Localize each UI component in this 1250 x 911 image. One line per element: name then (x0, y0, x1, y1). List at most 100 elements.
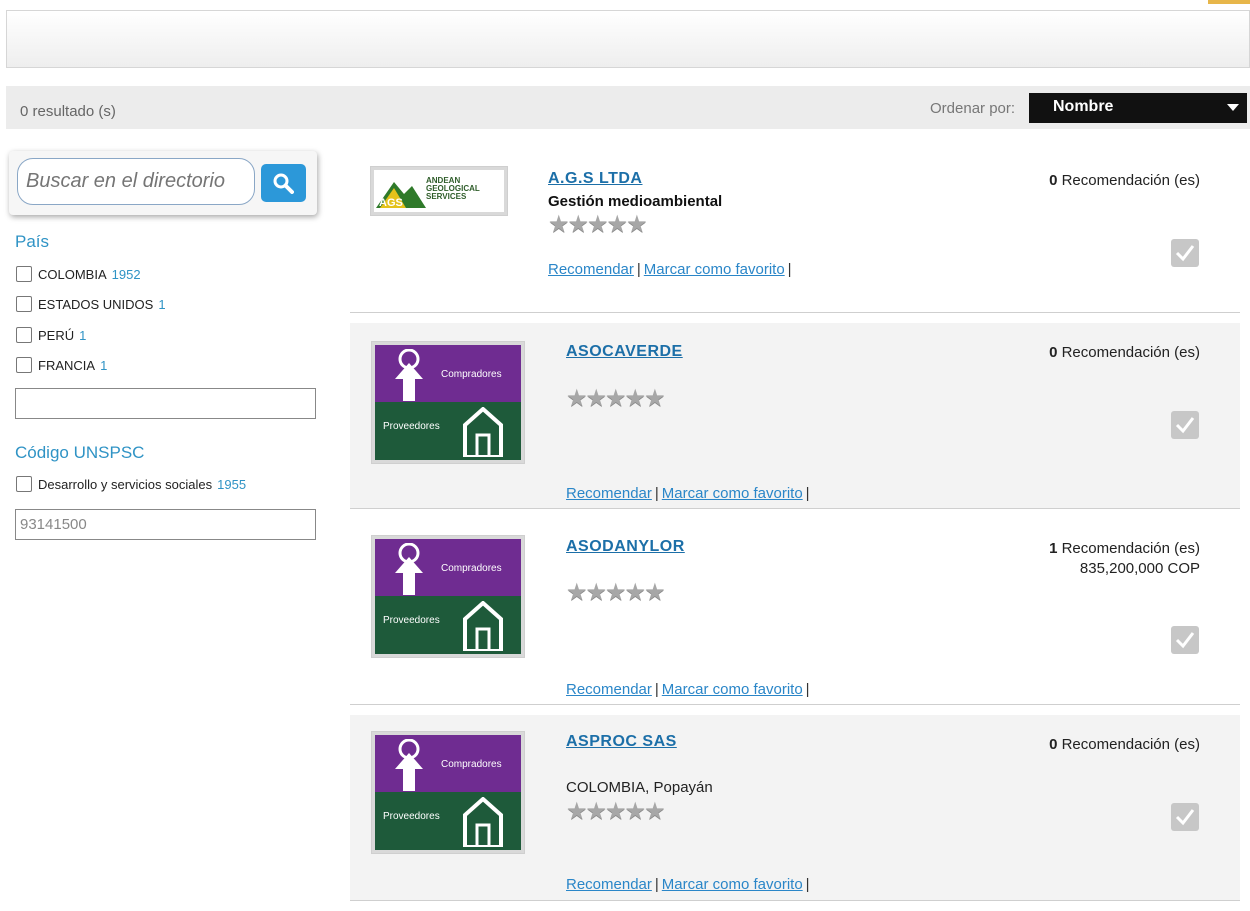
listing-logo[interactable]: Compradores Proveedores (371, 731, 525, 854)
sort-label: Ordenar por: (930, 100, 1016, 117)
corner-accent (1208, 0, 1250, 4)
rating-stars[interactable]: ★★★★★ (548, 210, 648, 239)
recommendation-count: 0 Recomendación (es) (1049, 736, 1200, 753)
option-label: FRANCIA (38, 357, 96, 373)
divider (350, 312, 1240, 313)
listing-actions: Recomendar | Marcar como favorito | (548, 261, 795, 278)
recommendation-label: Recomendación (es) (1061, 736, 1200, 753)
listing-name-link[interactable]: ASOCAVERDE (566, 343, 683, 361)
listing-subtitle: Gestión medioambiental (548, 193, 723, 210)
separator: | (805, 876, 810, 893)
recommend-link[interactable]: Recomendar (566, 681, 652, 698)
listing-item: Compradores Proveedores ASPROC SAS COLOM… (350, 715, 1240, 901)
compradores-proveedores-logo: Compradores Proveedores (375, 345, 521, 460)
rating-stars[interactable]: ★★★★★ (566, 797, 666, 826)
house-icon (463, 601, 503, 651)
search-input[interactable] (17, 158, 255, 205)
favorite-link[interactable]: Marcar como favorito (662, 681, 803, 698)
listing-logo[interactable]: Compradores Proveedores (371, 535, 525, 658)
country-option-estados-unidos[interactable]: ESTADOS UNIDOS 1 (16, 296, 166, 312)
mountain-icon: AGS (376, 182, 426, 208)
compradores-proveedores-logo: Compradores Proveedores (375, 735, 521, 850)
house-icon (463, 407, 503, 457)
checkbox[interactable] (16, 266, 32, 282)
recommendation-count: 0 Recomendación (es) (1049, 344, 1200, 361)
country-filter-input[interactable] (15, 388, 316, 419)
option-label: ESTADOS UNIDOS (38, 296, 154, 312)
unspsc-option-desarrollo[interactable]: Desarrollo y servicios sociales 1955 (16, 476, 246, 492)
listing-item: Compradores Proveedores ASODANYLOR ★★★★★… (350, 509, 1240, 705)
favorite-check[interactable] (1171, 411, 1199, 439)
person-icon (395, 543, 423, 595)
recommendation-number: 0 (1049, 344, 1058, 361)
top-banner (6, 10, 1250, 68)
sort-dropdown[interactable]: Nombre (1029, 93, 1247, 123)
option-label: PERÚ (38, 327, 75, 343)
recommend-link[interactable]: Recomendar (566, 485, 652, 502)
country-option-francia[interactable]: FRANCIA 1 (16, 357, 107, 373)
recommendation-number: 0 (1049, 736, 1058, 753)
checkbox[interactable] (16, 476, 32, 492)
listing-name-link[interactable]: ASODANYLOR (566, 538, 685, 556)
separator: | (654, 876, 659, 893)
rating-stars[interactable]: ★★★★★ (566, 578, 666, 607)
house-icon (463, 797, 503, 847)
listing-logo[interactable]: AGS ANDEAN GEOLOGICAL SERVICES (370, 166, 508, 216)
listing-actions: Recomendar | Marcar como favorito | (566, 681, 813, 698)
separator: | (654, 681, 659, 698)
country-option-colombia[interactable]: COLOMBIA 1952 (16, 266, 141, 282)
separator: | (636, 261, 641, 278)
recommendation-number: 1 (1049, 540, 1058, 557)
check-icon (1175, 245, 1195, 262)
caret-down-icon (1227, 104, 1239, 111)
checkbox[interactable] (16, 296, 32, 312)
option-count: 1 (100, 357, 108, 373)
favorite-check[interactable] (1171, 803, 1199, 831)
unspsc-filter-input[interactable] (15, 509, 316, 540)
favorite-link[interactable]: Marcar como favorito (644, 261, 785, 278)
check-icon (1175, 809, 1195, 826)
option-count: 1 (158, 296, 166, 312)
listing-location: COLOMBIA, Popayán (566, 779, 713, 796)
option-label: COLOMBIA (38, 266, 107, 282)
favorite-link[interactable]: Marcar como favorito (662, 876, 803, 893)
listing-item: Compradores Proveedores ASOCAVERDE ★★★★★… (350, 323, 1240, 509)
recommendation-count: 0 Recomendación (es) (1049, 172, 1200, 189)
results-count: 0 resultado (s) (20, 103, 116, 120)
ags-logo-text: ANDEAN GEOLOGICAL SERVICES (426, 176, 480, 201)
divider (350, 900, 1240, 901)
recommendation-label: Recomendación (es) (1061, 540, 1200, 557)
check-icon (1175, 632, 1195, 649)
recommendation-count: 1 Recomendación (es) 835,200,000 COP (1049, 540, 1200, 577)
recommendation-amount: 835,200,000 COP (1079, 560, 1200, 577)
recommendation-number: 0 (1049, 172, 1058, 189)
sort-selected-value: Nombre (1053, 98, 1114, 115)
check-icon (1175, 417, 1195, 434)
option-count: 1955 (217, 476, 247, 492)
separator: | (787, 261, 792, 278)
recommend-link[interactable]: Recomendar (548, 261, 634, 278)
recommendation-label: Recomendación (es) (1061, 344, 1200, 361)
person-icon (395, 349, 423, 401)
compradores-proveedores-logo: Compradores Proveedores (375, 539, 521, 654)
search-button[interactable] (261, 164, 306, 202)
listing-logo[interactable]: Compradores Proveedores (371, 341, 525, 464)
separator: | (805, 681, 810, 698)
ags-logo: AGS ANDEAN GEOLOGICAL SERVICES (374, 170, 504, 212)
option-count: 1 (79, 327, 87, 343)
recommend-link[interactable]: Recomendar (566, 876, 652, 893)
favorite-check[interactable] (1171, 239, 1199, 267)
favorite-check[interactable] (1171, 626, 1199, 654)
unspsc-facet-title: Código UNSPSC (15, 443, 145, 462)
rating-stars[interactable]: ★★★★★ (566, 384, 666, 413)
checkbox[interactable] (16, 327, 32, 343)
listing-name-link[interactable]: ASPROC SAS (566, 733, 677, 751)
option-count: 1952 (111, 266, 141, 282)
svg-text:AGS: AGS (379, 197, 403, 208)
favorite-link[interactable]: Marcar como favorito (662, 485, 803, 502)
country-option-peru[interactable]: PERÚ 1 (16, 327, 86, 343)
listing-name-link[interactable]: A.G.S LTDA (548, 170, 642, 188)
listing-item: AGS ANDEAN GEOLOGICAL SERVICES A.G.S LTD… (350, 152, 1240, 313)
directory-search (9, 151, 317, 215)
checkbox[interactable] (16, 357, 32, 373)
